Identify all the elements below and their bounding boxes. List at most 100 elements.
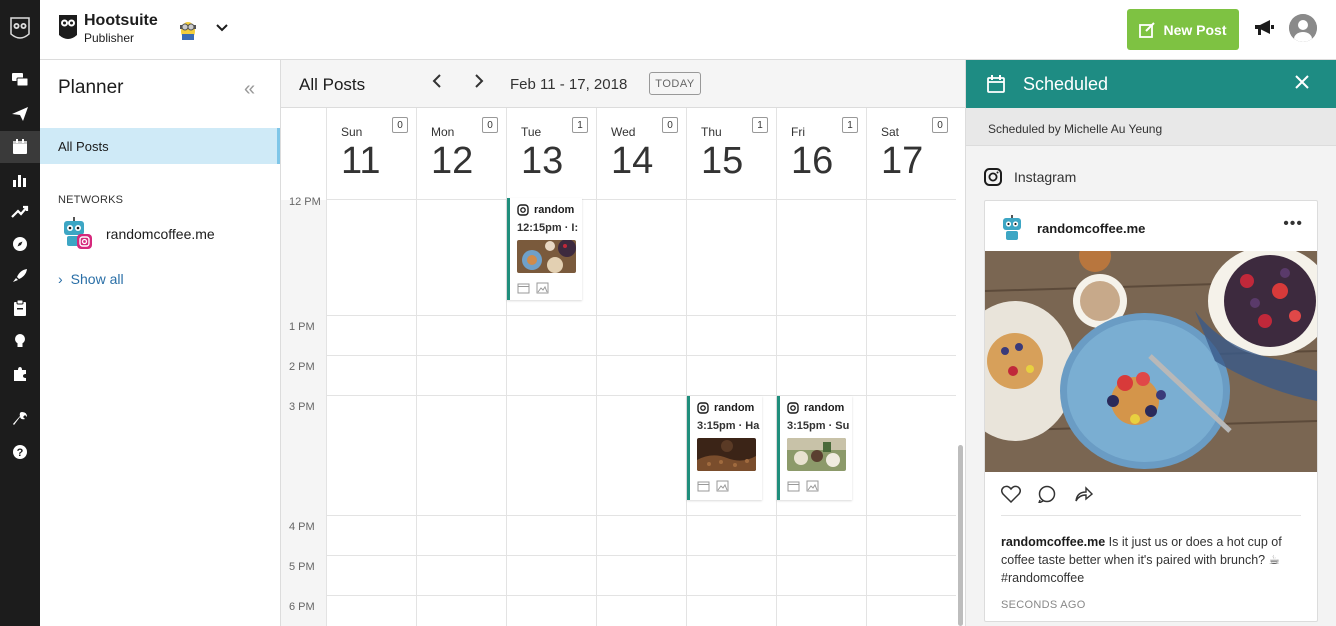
discover-compass-icon[interactable] bbox=[0, 228, 40, 260]
apps-puzzle-icon[interactable] bbox=[0, 358, 40, 390]
hootsuite-owl-logo-icon[interactable] bbox=[0, 0, 40, 58]
day-name: Mon bbox=[431, 125, 455, 139]
compose-icon bbox=[1139, 21, 1156, 38]
sidebar-item-network[interactable]: randomcoffee.me bbox=[58, 217, 215, 251]
day-number: 17 bbox=[881, 140, 924, 182]
sidebar-item-all-posts[interactable]: All Posts bbox=[40, 128, 280, 164]
assignments-clipboard-icon[interactable] bbox=[0, 292, 40, 324]
post-time: 3:15pm · Ha bbox=[697, 420, 760, 432]
day-header-thu[interactable]: Thu 15 1 bbox=[686, 108, 776, 200]
post-timestamp: SECONDS AGO bbox=[1001, 599, 1086, 611]
image-icon bbox=[806, 480, 819, 492]
instagram-post-preview: randomcoffee.me ••• randomcoffee.me Is i… bbox=[984, 200, 1318, 622]
collapse-sidebar-icon[interactable]: « bbox=[244, 78, 255, 101]
day-header-sat[interactable]: Sat 17 0 bbox=[866, 108, 956, 200]
left-nav-rail: ? bbox=[0, 0, 40, 626]
brand: Hootsuite Publisher bbox=[58, 12, 158, 45]
today-button[interactable]: TODAY bbox=[649, 72, 701, 95]
tools-wrench-icon[interactable] bbox=[0, 403, 40, 435]
day-name: Fri bbox=[791, 125, 805, 139]
help-question-icon[interactable]: ? bbox=[0, 436, 40, 468]
planner-calendar-icon[interactable] bbox=[0, 131, 40, 163]
scheduled-post-card[interactable]: random 12:15pm · I: bbox=[507, 198, 582, 300]
time-label: 6 PM bbox=[289, 601, 315, 613]
day-post-count-badge: 1 bbox=[842, 117, 858, 133]
show-all-link[interactable]: › Show all bbox=[58, 271, 124, 287]
previous-week-icon[interactable] bbox=[431, 73, 443, 94]
day-number: 14 bbox=[611, 140, 654, 182]
time-label: 3 PM bbox=[289, 401, 315, 413]
day-name: Thu bbox=[701, 125, 722, 139]
chevron-right-icon: › bbox=[58, 271, 63, 287]
day-number: 13 bbox=[521, 140, 564, 182]
post-thumbnail bbox=[517, 240, 576, 273]
grid-line bbox=[326, 315, 956, 316]
day-post-count-badge: 0 bbox=[932, 117, 948, 133]
calendar-grid[interactable]: random 12:15pm · I: random 3:15pm · Ha r… bbox=[326, 198, 956, 626]
post-actions bbox=[1001, 485, 1109, 503]
new-post-button[interactable]: New Post bbox=[1127, 9, 1239, 50]
divider bbox=[1001, 515, 1301, 516]
next-week-icon[interactable] bbox=[473, 73, 485, 94]
heart-icon[interactable] bbox=[1001, 485, 1021, 503]
trending-arrow-icon[interactable] bbox=[0, 196, 40, 228]
post-account: random bbox=[804, 402, 845, 414]
time-label: 1 PM bbox=[289, 321, 315, 333]
day-number: 16 bbox=[791, 140, 834, 182]
network-avatar bbox=[58, 217, 92, 251]
share-icon[interactable] bbox=[1073, 485, 1093, 503]
day-header-fri[interactable]: Fri 16 1 bbox=[776, 108, 866, 200]
calendar-icon bbox=[697, 481, 710, 492]
instagram-icon bbox=[787, 402, 799, 414]
grid-line bbox=[416, 200, 417, 626]
calendar-icon bbox=[517, 283, 530, 294]
analytics-bar-chart-icon[interactable] bbox=[0, 164, 40, 196]
post-account: random bbox=[714, 402, 755, 414]
calendar-title: All Posts bbox=[299, 75, 366, 94]
close-icon[interactable] bbox=[1294, 74, 1310, 92]
grid-line bbox=[596, 200, 597, 626]
insights-lightbulb-icon[interactable] bbox=[0, 325, 40, 357]
image-icon bbox=[716, 480, 729, 492]
day-number: 12 bbox=[431, 140, 474, 182]
caption-account: randomcoffee.me bbox=[1001, 535, 1106, 549]
grid-line bbox=[326, 200, 327, 626]
more-options-icon[interactable]: ••• bbox=[1283, 215, 1303, 233]
grid-line bbox=[326, 515, 956, 516]
day-header-wed[interactable]: Wed 14 0 bbox=[596, 108, 686, 200]
grid-line bbox=[326, 395, 956, 396]
day-header-mon[interactable]: Mon 12 0 bbox=[416, 108, 506, 200]
day-post-count-badge: 1 bbox=[572, 117, 588, 133]
day-header-sun[interactable]: Sun 11 0 bbox=[326, 108, 416, 200]
publisher-send-icon[interactable] bbox=[0, 98, 40, 130]
launch-rocket-icon[interactable] bbox=[0, 260, 40, 292]
time-label: 5 PM bbox=[289, 561, 315, 573]
post-thumbnail bbox=[697, 438, 756, 471]
grid-line bbox=[866, 200, 867, 626]
scheduled-post-panel: Scheduled Scheduled by Michelle Au Yeung… bbox=[965, 60, 1336, 626]
streams-icon[interactable] bbox=[0, 64, 40, 96]
user-avatar[interactable] bbox=[1289, 14, 1317, 42]
scheduled-post-card[interactable]: random 3:15pm · Su bbox=[777, 396, 852, 500]
instagram-icon bbox=[697, 402, 709, 414]
instagram-icon bbox=[984, 168, 1002, 186]
day-post-count-badge: 0 bbox=[392, 117, 408, 133]
megaphone-icon[interactable] bbox=[1253, 18, 1275, 43]
svg-text:?: ? bbox=[17, 447, 24, 459]
day-post-count-badge: 0 bbox=[662, 117, 678, 133]
scheduled-panel-header: Scheduled bbox=[966, 60, 1336, 108]
account-avatar bbox=[1003, 215, 1021, 240]
day-post-count-badge: 1 bbox=[752, 117, 768, 133]
show-all-label: Show all bbox=[70, 271, 124, 287]
post-account-name: randomcoffee.me bbox=[1037, 220, 1146, 236]
time-label: 4 PM bbox=[289, 521, 315, 533]
chevron-down-icon[interactable] bbox=[215, 20, 229, 38]
app-name: Hootsuite bbox=[84, 12, 158, 29]
calendar-scrollbar[interactable] bbox=[958, 445, 963, 626]
planner-sidebar: Planner « All Posts NETWORKS randomcoffe… bbox=[40, 60, 281, 626]
organization-avatar[interactable] bbox=[175, 16, 201, 42]
day-header-tue[interactable]: Tue 13 1 bbox=[506, 108, 596, 200]
scheduled-post-card[interactable]: random 3:15pm · Ha bbox=[687, 396, 762, 500]
comment-icon[interactable] bbox=[1037, 485, 1057, 503]
top-header: Hootsuite Publisher New Post bbox=[40, 0, 1336, 60]
